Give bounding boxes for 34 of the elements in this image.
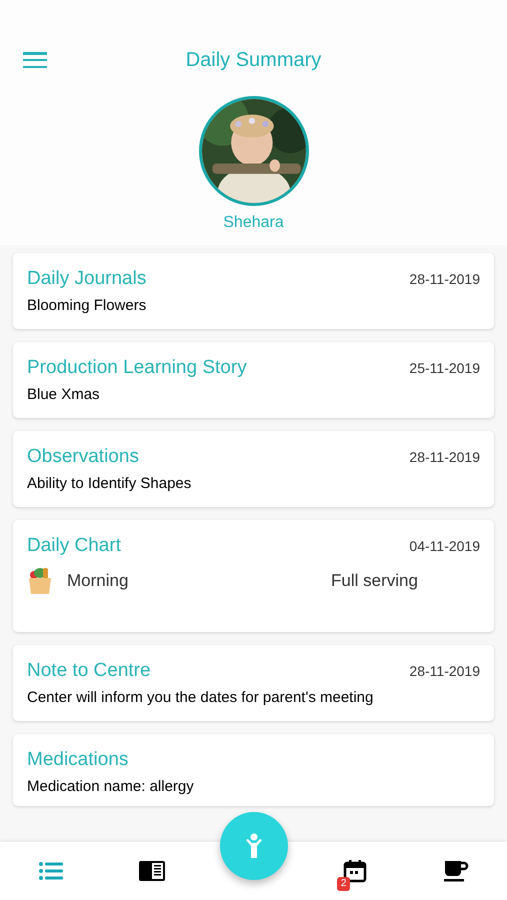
summary-card[interactable]: Medications Medication name: allergy	[13, 734, 494, 806]
book-icon	[138, 860, 166, 882]
summary-card[interactable]: Daily Journals 28-11-2019 Blooming Flowers	[13, 253, 494, 329]
card-text: Center will inform you the dates for parent's meeting	[27, 689, 374, 707]
meal-time: Morning	[67, 570, 130, 592]
summary-card[interactable]: Note to Centre 28-11-2019 Center will inform you the dates for parent's meeting	[13, 645, 494, 721]
summary-card[interactable]: Production Learning Story 25-11-2019 Blue Xmas	[13, 342, 494, 418]
card-text: Blooming Flowers	[27, 297, 148, 315]
card-date: 28-11-2019	[409, 448, 480, 466]
card-text: Medication name: allergy	[27, 778, 195, 796]
screen-title: Daily Summary	[186, 48, 322, 73]
card-text: Blue Xmas	[27, 386, 101, 404]
list-icon	[38, 861, 63, 881]
child-name: Shehara	[223, 213, 284, 233]
basket-icon	[27, 566, 53, 596]
card-title: Production Learning Story	[27, 356, 247, 380]
card-date: 25-11-2019	[409, 358, 480, 378]
child-fab-button[interactable]	[220, 812, 288, 880]
card-title: Note to Centre	[27, 659, 151, 683]
child-icon	[244, 833, 263, 859]
summary-card[interactable]: Observations 28-11-2019 Ability to Identify Shapes	[13, 431, 494, 507]
card-date: 04-11-2019	[409, 536, 480, 556]
card-title: Medications	[27, 748, 128, 772]
card-date: 28-11-2019	[409, 662, 480, 680]
summary-card[interactable]: Daily Chart 04-11-2019 Morning Full serving	[13, 520, 494, 632]
card-title: Daily Journals	[27, 267, 146, 291]
card-title: Observations	[27, 445, 139, 469]
cup-icon	[443, 859, 470, 883]
card-title: Daily Chart	[27, 534, 121, 558]
serving-amount: Full serving	[331, 570, 418, 592]
card-text: Ability to Identify Shapes	[27, 475, 192, 493]
menu-button[interactable]	[23, 50, 47, 70]
notification-badge: 2	[336, 877, 350, 891]
card-date: 28-11-2019	[409, 270, 480, 288]
